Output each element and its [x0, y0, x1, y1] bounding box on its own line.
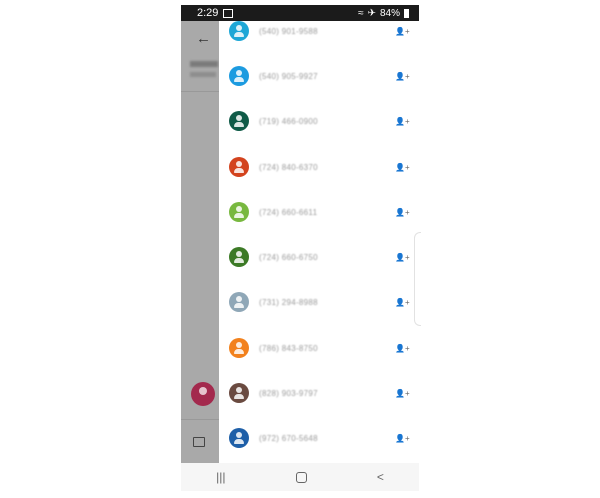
add-person-icon[interactable]: 👤+ — [395, 434, 410, 443]
add-person-icon[interactable]: 👤+ — [395, 72, 410, 81]
contact-number: (724) 660-6611 — [259, 207, 318, 217]
add-person-icon[interactable]: 👤+ — [395, 27, 410, 36]
contact-list-sheet: (540) 901-9588 👤+ (540) 905-9927 👤+ (719) 46… — [219, 21, 419, 463]
add-person-icon[interactable]: 👤+ — [395, 117, 410, 126]
list-item[interactable]: (724) 660-6611 👤+ — [219, 194, 419, 230]
add-person-icon[interactable]: 👤+ — [395, 208, 410, 217]
contact-number: (731) 294-8988 — [259, 297, 318, 307]
add-person-icon[interactable]: 👤+ — [395, 389, 410, 398]
contact-number: (972) 670-5648 — [259, 433, 318, 443]
contact-avatar-icon — [229, 111, 249, 131]
status-bar: 2:29 ≈ ✈ 84% — [181, 5, 419, 21]
list-item[interactable]: (724) 840-6370 👤+ — [219, 149, 419, 185]
contact-number: (540) 905-9927 — [259, 71, 318, 81]
list-item[interactable]: (731) 294-8988 👤+ — [219, 284, 419, 320]
list-item[interactable]: (719) 466-0900 👤+ — [219, 103, 419, 139]
contact-number: (540) 901-9588 — [259, 26, 318, 36]
contact-number: (719) 466-0900 — [259, 116, 318, 126]
list-item[interactable]: (540) 905-9927 👤+ — [219, 58, 419, 94]
divider — [181, 419, 219, 420]
contact-number: (724) 660-6750 — [259, 252, 318, 262]
contact-avatar-icon — [229, 428, 249, 448]
contact-avatar-icon — [229, 157, 249, 177]
navigation-bar: ||| < — [181, 463, 419, 491]
list-item[interactable]: (540) 901-9588 👤+ — [219, 21, 419, 49]
home-button[interactable] — [295, 471, 307, 483]
contact-avatar-icon — [229, 292, 249, 312]
avatar[interactable] — [191, 382, 215, 406]
status-time: 2:29 — [197, 7, 219, 19]
contact-avatar-icon — [229, 338, 249, 358]
contact-avatar-icon — [229, 247, 249, 267]
phone-screen: 2:29 ≈ ✈ 84% ← (540) 901-9588 👤+ (540) 905… — [181, 0, 419, 498]
background-conversation-panel: ← — [181, 21, 219, 463]
contact-avatar-icon — [229, 202, 249, 222]
list-item[interactable]: (786) 843-8750 👤+ — [219, 330, 419, 366]
status-right: ≈ ✈ 84% — [358, 8, 419, 19]
image-notification-icon — [223, 8, 234, 18]
back-button[interactable]: < — [377, 470, 384, 484]
add-person-icon[interactable]: 👤+ — [395, 344, 410, 353]
conversation-subtitle — [190, 72, 216, 77]
list-item[interactable]: (724) 660-6750 👤+ — [219, 239, 419, 275]
conversation-title — [190, 61, 218, 67]
add-person-icon[interactable]: 👤+ — [395, 298, 410, 307]
recents-button[interactable]: ||| — [216, 470, 225, 484]
contact-avatar-icon — [229, 66, 249, 86]
contact-avatar-icon — [229, 383, 249, 403]
gallery-icon[interactable] — [193, 437, 205, 447]
contact-number: (828) 903-9797 — [259, 388, 318, 398]
arrow-left-icon[interactable]: ← — [196, 30, 211, 47]
battery-icon — [404, 8, 409, 18]
add-person-icon[interactable]: 👤+ — [395, 253, 410, 262]
scroll-handle[interactable] — [414, 232, 421, 326]
contact-number: (786) 843-8750 — [259, 343, 318, 353]
list-item[interactable]: (972) 670-5648 👤+ — [219, 420, 419, 456]
wifi-icon: ≈ — [358, 7, 364, 19]
contact-number: (724) 840-6370 — [259, 162, 318, 172]
add-person-icon[interactable]: 👤+ — [395, 163, 410, 172]
divider — [181, 91, 219, 92]
airplane-icon: ✈ — [367, 7, 376, 19]
list-item[interactable]: (828) 903-9797 👤+ — [219, 375, 419, 411]
battery-percent: 84% — [379, 7, 400, 19]
contact-avatar-icon — [229, 21, 249, 41]
